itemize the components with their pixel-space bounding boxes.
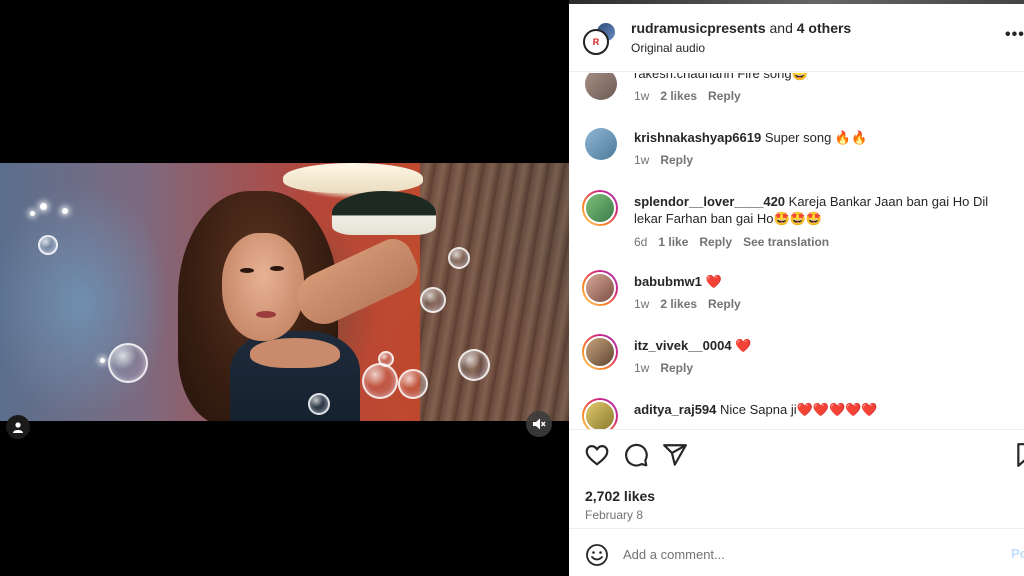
avatar[interactable] — [582, 190, 618, 226]
bokeh-light — [30, 211, 35, 216]
comment-text: rakesh.chauhanh Fire song😄 — [634, 73, 1014, 82]
comment-meta: 6d 1 like Reply See translation — [634, 235, 829, 249]
collab-avatars[interactable]: R — [583, 21, 619, 57]
comment-text: itz_vivek__0004 ❤️ — [634, 337, 1014, 354]
user-icon — [13, 422, 23, 433]
post-comment-button[interactable]: Post — [1011, 546, 1024, 561]
bubble — [420, 287, 446, 313]
reel-video-frame[interactable] — [0, 163, 569, 421]
bubble — [448, 247, 470, 269]
comment-username[interactable]: aditya_raj594 — [634, 402, 716, 417]
comment-icon[interactable] — [623, 442, 649, 468]
bubble — [108, 343, 148, 383]
comment-body: Super song 🔥🔥 — [761, 130, 868, 145]
comment-time[interactable]: 1w — [634, 89, 649, 103]
bubble — [362, 363, 398, 399]
others-link[interactable]: 4 others — [797, 20, 851, 36]
comment-time[interactable]: 1w — [634, 153, 649, 167]
see-translation-link[interactable]: See translation — [743, 235, 829, 249]
bubble — [308, 393, 330, 415]
comment-time[interactable]: 1w — [634, 297, 649, 311]
comment-text: krishnakashyap6619 Super song 🔥🔥 — [634, 129, 1014, 146]
video-player[interactable] — [0, 0, 569, 576]
comment-likes[interactable]: 2 likes — [660, 297, 697, 311]
more-options-button[interactable]: ••• — [1005, 27, 1024, 43]
avatar[interactable] — [585, 73, 617, 100]
muted-speaker-icon — [533, 418, 546, 430]
bubble — [378, 351, 394, 367]
author-link[interactable]: rudramusicpresents — [631, 20, 766, 36]
comment-text: aditya_raj594 Nice Sapna ji❤️❤️❤️❤️❤️ — [634, 401, 1014, 418]
mute-toggle-button[interactable] — [526, 411, 552, 437]
comment-body: ❤️ — [701, 274, 722, 289]
avatar[interactable] — [582, 334, 618, 370]
comment-meta: 1w 2 likes Reply — [634, 297, 741, 311]
authors-joiner: and — [765, 20, 797, 36]
comment-body: ❤️ — [731, 338, 752, 353]
avatar[interactable] — [582, 398, 618, 429]
performer-lips — [256, 311, 276, 318]
emoji-icon[interactable] — [585, 543, 609, 567]
post-header: R rudramusicpresents and 4 others Origin… — [569, 4, 1024, 72]
comment-input[interactable] — [623, 541, 953, 567]
comment-text: babubmw1 ❤️ — [634, 273, 1014, 290]
comment-text: splendor__lover____420 Kareja Bankar Jaa… — [634, 193, 1014, 227]
comment-time[interactable]: 6d — [634, 235, 647, 249]
post-date[interactable]: February 8 — [585, 508, 643, 522]
reply-button[interactable]: Reply — [660, 361, 693, 375]
bokeh-light — [40, 203, 47, 210]
avatar-logo-mark: R — [592, 37, 600, 47]
audio-link[interactable]: Original audio — [631, 41, 705, 55]
bokeh-light — [100, 358, 105, 363]
bubble — [458, 349, 490, 381]
share-icon[interactable] — [662, 442, 688, 468]
comment-username[interactable]: rakesh.chauhanh — [634, 73, 734, 81]
post-authors: rudramusicpresents and 4 others — [631, 20, 851, 36]
bubble — [38, 235, 58, 255]
ceiling-lamp — [283, 163, 423, 193]
comment-username[interactable]: itz_vivek__0004 — [634, 338, 732, 353]
comment-meta: 1w Reply — [634, 361, 693, 375]
performer-eye — [270, 266, 284, 271]
comments-list[interactable]: rakesh.chauhanh Fire song😄 1w 2 likes Re… — [569, 73, 1024, 429]
reply-button[interactable]: Reply — [708, 297, 741, 311]
heart-icon[interactable] — [584, 442, 610, 468]
comment-body: Nice Sapna ji❤️❤️❤️❤️❤️ — [716, 402, 878, 417]
reply-button[interactable]: Reply — [699, 235, 732, 249]
add-comment-bar: Post — [569, 528, 1024, 576]
ceiling-lamp — [332, 191, 436, 235]
performer-chest — [250, 338, 340, 368]
post-action-bar: 2,702 likes February 8 — [569, 429, 1024, 529]
comment-likes[interactable]: 1 like — [658, 235, 688, 249]
tagged-users-button[interactable] — [6, 415, 30, 439]
comment-body: Fire song😄 — [733, 73, 808, 81]
avatar: R — [583, 29, 609, 55]
performer-eye — [240, 268, 254, 273]
reply-button[interactable]: Reply — [708, 89, 741, 103]
comment-username[interactable]: splendor__lover____420 — [634, 194, 785, 209]
avatar[interactable] — [585, 128, 617, 160]
comment-likes[interactable]: 2 likes — [660, 89, 697, 103]
comment-username[interactable]: babubmw1 — [634, 274, 702, 289]
bokeh-light — [62, 208, 68, 214]
comment-meta: 1w Reply — [634, 153, 693, 167]
performer-face — [222, 233, 304, 341]
bookmark-icon[interactable] — [1014, 442, 1024, 468]
comment-meta: 1w 2 likes Reply — [634, 89, 741, 103]
comment-username[interactable]: krishnakashyap6619 — [634, 130, 761, 145]
bubble — [398, 369, 428, 399]
avatar[interactable] — [582, 270, 618, 306]
reply-button[interactable]: Reply — [660, 153, 693, 167]
post-side-panel: R rudramusicpresents and 4 others Origin… — [569, 4, 1024, 576]
like-count[interactable]: 2,702 likes — [585, 488, 655, 504]
comment-time[interactable]: 1w — [634, 361, 649, 375]
